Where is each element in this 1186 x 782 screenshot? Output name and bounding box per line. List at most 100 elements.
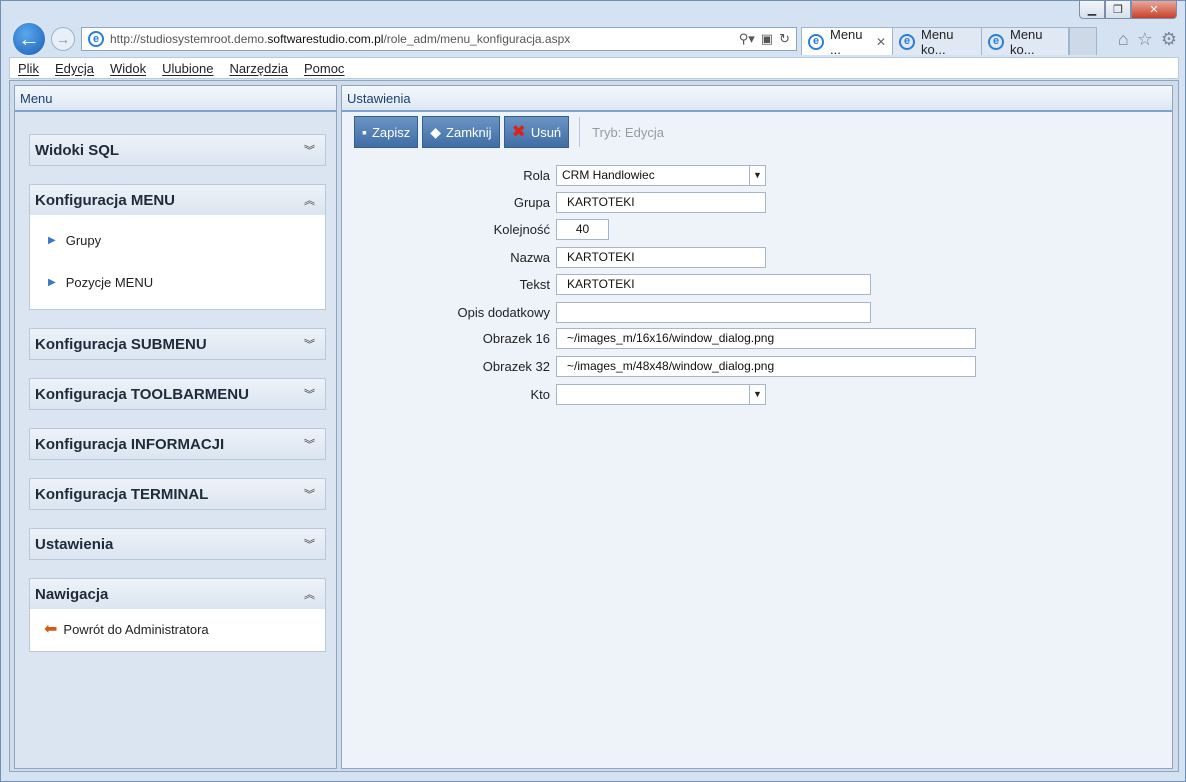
toolbar: ▪ Zapisz ◆ Zamknij ✖ Usuń Tryb: Edycja — [354, 116, 664, 148]
close-door-icon: ◆ — [430, 123, 442, 140]
tab-label: Menu ko... — [921, 26, 954, 57]
chevron-double-up-icon[interactable]: ︽ — [304, 586, 315, 602]
section-header[interactable]: Konfiguracja MENU ︽ — [30, 185, 325, 215]
menu-item-pozycje-menu[interactable]: ▶ Pozycje MENU — [30, 261, 325, 303]
home-icon[interactable]: ⌂ — [1118, 29, 1129, 50]
section-konfiguracja-submenu: Konfiguracja SUBMENU ︾ — [29, 328, 326, 360]
chevron-double-down-icon[interactable]: ︾ — [304, 386, 315, 402]
browser-tab-2[interactable]: e Menu ko... — [892, 26, 982, 57]
url-path: /role_adm/menu_konfiguracja.aspx — [383, 32, 571, 46]
section-title: Konfiguracja TERMINAL — [35, 485, 209, 503]
compatibility-icon[interactable]: ▣ — [761, 31, 773, 47]
ie-icon: e — [899, 33, 915, 50]
section-ustawienia: Ustawienia ︾ — [29, 528, 326, 560]
kolejnosc-field[interactable]: 40 — [556, 218, 609, 240]
obrazek16-field[interactable]: ~/images_m/16x16/window_dialog.png — [556, 327, 976, 349]
menu-panel-title: Menu — [15, 86, 336, 112]
chevron-double-down-icon[interactable]: ︾ — [304, 142, 315, 158]
navigation-row: ← → e http://studiosystemroot.demo. softw… — [7, 21, 1179, 57]
section-title: Konfiguracja INFORMACJI — [35, 435, 225, 453]
gear-icon[interactable]: ⚙ — [1161, 29, 1177, 50]
form-row-rola: Rola CRM Handlowiec ▼ — [342, 164, 766, 186]
section-header[interactable]: Nawigacja ︽ — [30, 579, 325, 609]
section-header[interactable]: Ustawienia ︾ — [30, 529, 325, 559]
menu-narzedzia[interactable]: Narzędzia — [229, 61, 288, 76]
menu-ulubione[interactable]: Ulubione — [162, 61, 213, 76]
back-button[interactable]: ← — [11, 21, 47, 57]
forward-button[interactable]: → — [51, 27, 75, 51]
refresh-icon[interactable]: ↻ — [779, 31, 790, 47]
menu-item-grupy[interactable]: ▶ Grupy — [30, 219, 325, 261]
grupa-field[interactable]: KARTOTEKI — [556, 191, 766, 213]
form-row-nazwa: Nazwa KARTOTEKI — [342, 246, 766, 268]
chevron-double-up-icon[interactable]: ︽ — [304, 192, 315, 208]
browser-tab-3[interactable]: e Menu ko... — [981, 26, 1069, 57]
section-title: Konfiguracja SUBMENU — [35, 335, 207, 353]
address-bar[interactable]: e http://studiosystemroot.demo. softwares… — [81, 27, 797, 51]
menu-edycja[interactable]: Edycja — [55, 61, 94, 76]
menu-widok[interactable]: Widok — [110, 61, 146, 76]
menu-item-label: Powrót do Administratora — [63, 621, 209, 637]
kto-select[interactable]: ▼ — [556, 383, 766, 405]
url-host: softwarestudio.com.pl — [267, 32, 384, 46]
menu-plik[interactable]: Plik — [18, 61, 39, 76]
chevron-double-down-icon[interactable]: ︾ — [304, 336, 315, 352]
chevron-double-down-icon[interactable]: ︾ — [304, 486, 315, 502]
section-konfiguracja-informacji: Konfiguracja INFORMACJI ︾ — [29, 428, 326, 460]
toolbar-separator — [579, 117, 581, 147]
section-nawigacja: Nawigacja ︽ ⬅ Powrót do Administratora — [29, 578, 326, 652]
close-tab-icon[interactable]: ✕ — [876, 35, 886, 49]
section-title: Konfiguracja TOOLBARMENU — [35, 385, 249, 403]
tekst-field[interactable]: KARTOTEKI — [556, 273, 871, 295]
nazwa-label: Nazwa — [510, 249, 550, 265]
chevron-double-down-icon[interactable]: ︾ — [304, 436, 315, 452]
favorites-star-icon[interactable]: ☆ — [1137, 29, 1153, 50]
opis-label: Opis dodatkowy — [457, 304, 551, 320]
back-arrow-icon: ← — [18, 26, 40, 51]
tab-label: Menu ko... — [1010, 26, 1043, 57]
menu-item-powrot[interactable]: ⬅ Powrót do Administratora — [30, 611, 325, 647]
ie-icon: e — [808, 33, 824, 50]
new-tab-button[interactable] — [1069, 27, 1097, 55]
form-row-opis: Opis dodatkowy — [342, 301, 871, 323]
return-arrow-icon: ⬅ — [44, 621, 58, 638]
ie-icon: e — [988, 33, 1004, 50]
section-title: Nawigacja — [35, 585, 109, 603]
search-icon[interactable]: ⚲▾ — [739, 31, 755, 47]
menu-pomoc[interactable]: Pomoc — [304, 61, 344, 76]
minimize-button[interactable]: ▁ — [1079, 1, 1105, 19]
browser-tools: ⌂ ☆ ⚙ — [1118, 29, 1177, 50]
section-header[interactable]: Konfiguracja TOOLBARMENU ︾ — [30, 379, 325, 409]
nazwa-field[interactable]: KARTOTEKI — [556, 246, 766, 268]
section-header[interactable]: Konfiguracja TERMINAL ︾ — [30, 479, 325, 509]
dropdown-arrow-icon[interactable]: ▼ — [749, 384, 765, 404]
dropdown-arrow-icon[interactable]: ▼ — [749, 165, 765, 185]
obrazek16-label: Obrazek 16 — [482, 330, 550, 346]
rola-select[interactable]: CRM Handlowiec ▼ — [556, 164, 766, 186]
delete-button[interactable]: ✖ Usuń — [503, 116, 570, 148]
browser-window: ▁ ❐ ✕ ← → e http://studiosystemroot.demo… — [0, 0, 1186, 782]
section-konfiguracja-toolbarmenu: Konfiguracja TOOLBARMENU ︾ — [29, 378, 326, 410]
section-header[interactable]: Konfiguracja SUBMENU ︾ — [30, 329, 325, 359]
url-prefix: http://studiosystemroot.demo. — [110, 32, 268, 46]
delete-label: Usuń — [530, 124, 562, 140]
menu-bar: Plik Edycja Widok Ulubione Narzędzia Pom… — [9, 57, 1179, 79]
maximize-button[interactable]: ❐ — [1105, 1, 1131, 19]
browser-tab-1[interactable]: e Menu ... ✕ — [801, 27, 893, 57]
form-row-tekst: Tekst KARTOTEKI — [342, 273, 871, 295]
rola-label: Rola — [523, 167, 550, 183]
chevron-double-down-icon[interactable]: ︾ — [304, 536, 315, 552]
section-header[interactable]: Widoki SQL ︾ — [30, 135, 325, 165]
rola-value: CRM Handlowiec — [562, 168, 655, 182]
page-content: Menu Widoki SQL ︾ Konfiguracja MENU ︽ ▶ … — [9, 80, 1179, 772]
obrazek32-field[interactable]: ~/images_m/48x48/window_dialog.png — [556, 355, 976, 377]
section-header[interactable]: Konfiguracja INFORMACJI ︾ — [30, 429, 325, 459]
close-window-button[interactable]: ✕ — [1131, 1, 1177, 19]
section-konfiguracja-menu: Konfiguracja MENU ︽ ▶ Grupy ▶ Pozycje ME… — [29, 184, 326, 310]
save-button[interactable]: ▪ Zapisz — [354, 116, 419, 148]
opis-field[interactable] — [556, 301, 871, 323]
close-button[interactable]: ◆ Zamknij — [422, 116, 500, 148]
mode-label: Tryb: Edycja — [592, 124, 664, 140]
kolejnosc-label: Kolejność — [493, 221, 550, 237]
triangle-right-icon: ▶ — [48, 276, 56, 288]
